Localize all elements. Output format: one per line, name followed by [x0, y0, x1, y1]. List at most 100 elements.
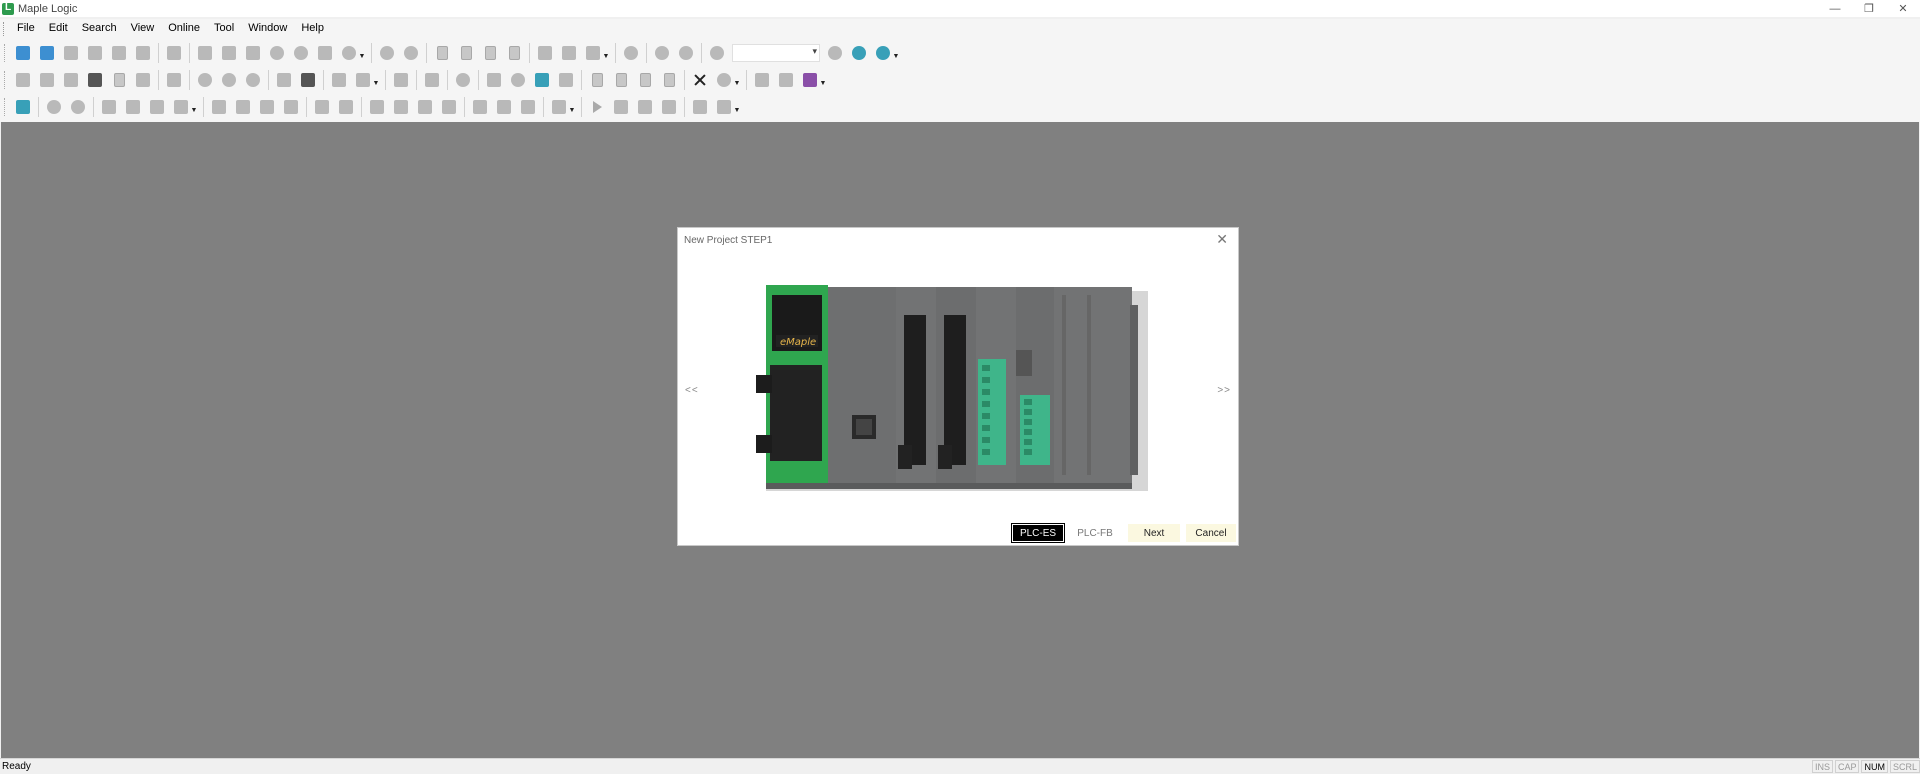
open-project-button[interactable] [37, 43, 57, 63]
menu-file[interactable]: File [10, 19, 42, 38]
multi-window-button[interactable] [353, 70, 373, 90]
replace-button[interactable] [559, 43, 579, 63]
insert-column-button[interactable] [147, 97, 167, 117]
comment-button[interactable] [109, 70, 129, 90]
menu-search[interactable]: Search [75, 19, 124, 38]
upload-button[interactable] [652, 43, 672, 63]
build-button[interactable] [635, 97, 655, 117]
vertical-line-button[interactable] [336, 97, 356, 117]
dialog-close-button[interactable]: ✕ [1216, 231, 1228, 248]
undo-button[interactable] [377, 43, 397, 63]
force-button[interactable] [690, 97, 710, 117]
minimize-button[interactable]: — [1818, 0, 1852, 17]
doc-config-button[interactable] [659, 70, 679, 90]
goto-dropdown-caret[interactable]: ▼ [602, 43, 610, 63]
edit-doc-button[interactable] [504, 43, 524, 63]
delete-row-button[interactable] [123, 97, 143, 117]
zoom-in-button[interactable] [44, 97, 64, 117]
horizontal-line-button[interactable] [312, 97, 332, 117]
goto-button[interactable] [583, 43, 603, 63]
close-button[interactable]: ✕ [1886, 0, 1920, 17]
new-project-button[interactable] [13, 43, 33, 63]
menu-view[interactable]: View [124, 19, 162, 38]
grid-button[interactable] [164, 43, 184, 63]
save-as-button[interactable] [85, 43, 105, 63]
nc-contact-button[interactable] [391, 97, 411, 117]
print-button[interactable] [315, 43, 335, 63]
wire-button[interactable] [257, 97, 277, 117]
page-setup-button[interactable] [243, 43, 263, 63]
next-button[interactable]: Next [1128, 524, 1180, 542]
coil-button[interactable] [61, 70, 81, 90]
globe-button[interactable] [267, 43, 287, 63]
online-connect-button[interactable] [849, 43, 869, 63]
diagnostics-button[interactable] [714, 70, 734, 90]
menu-online[interactable]: Online [161, 19, 207, 38]
branch-button[interactable] [281, 97, 301, 117]
next-image-button[interactable]: >> [1217, 385, 1231, 396]
toolbar-grip[interactable] [4, 71, 8, 89]
cut-button[interactable] [432, 43, 452, 63]
plc-fb-button[interactable]: PLC-FB [1070, 524, 1120, 542]
falling-edge-button[interactable] [439, 97, 459, 117]
select-button[interactable] [209, 97, 229, 117]
settings-button[interactable] [508, 70, 528, 90]
contact-button[interactable] [13, 70, 33, 90]
rising-edge-button[interactable] [415, 97, 435, 117]
step-button[interactable] [611, 97, 631, 117]
table-dropdown-caret[interactable]: ▼ [190, 97, 198, 117]
previous-image-button[interactable]: << [685, 385, 699, 396]
export-button[interactable] [776, 70, 796, 90]
module-button[interactable] [484, 70, 504, 90]
connect-button[interactable] [621, 43, 641, 63]
help-dropdown-caret[interactable]: ▼ [358, 43, 366, 63]
doc-sync-button[interactable] [635, 70, 655, 90]
online-dropdown-caret[interactable]: ▼ [892, 43, 900, 63]
delete-button[interactable] [752, 70, 772, 90]
restore-button[interactable]: ❐ [1852, 0, 1886, 17]
page-button[interactable] [587, 70, 607, 90]
multi-window-dropdown-caret[interactable]: ▼ [372, 70, 380, 90]
run-button[interactable] [587, 97, 607, 117]
verify-button[interactable] [659, 97, 679, 117]
network-button[interactable] [453, 70, 473, 90]
link-button[interactable] [422, 70, 442, 90]
close-project-button[interactable] [61, 43, 81, 63]
monitor-button[interactable] [825, 43, 845, 63]
output-coil-button[interactable] [470, 97, 490, 117]
force-options-button[interactable] [714, 97, 734, 117]
redo-button[interactable] [401, 43, 421, 63]
instruction-button[interactable] [549, 97, 569, 117]
trace-back-button[interactable] [219, 70, 239, 90]
find-button[interactable] [535, 43, 555, 63]
cancel-button[interactable]: Cancel [1186, 524, 1236, 542]
paste-button[interactable] [480, 43, 500, 63]
contact-nc-button[interactable] [37, 70, 57, 90]
instruction-dropdown-caret[interactable]: ▼ [568, 97, 576, 117]
download-button[interactable] [676, 43, 696, 63]
block-button[interactable] [85, 70, 105, 90]
toolbar-grip[interactable] [4, 44, 8, 62]
print-preview-button[interactable] [195, 43, 215, 63]
window-button[interactable] [274, 70, 294, 90]
connection-select[interactable] [732, 44, 820, 62]
table-button[interactable] [171, 97, 191, 117]
no-contact-button[interactable] [367, 97, 387, 117]
diagnostics-dropdown-caret[interactable]: ▼ [733, 70, 741, 90]
chart-view-button[interactable] [329, 70, 349, 90]
menu-edit[interactable]: Edit [42, 19, 75, 38]
set-coil-button[interactable] [494, 97, 514, 117]
plc-es-button[interactable]: PLC-ES [1011, 523, 1065, 543]
copy-button[interactable] [456, 43, 476, 63]
save-all-button[interactable] [133, 43, 153, 63]
menu-window[interactable]: Window [241, 19, 294, 38]
sphere-button[interactable] [291, 43, 311, 63]
menu-grip[interactable] [3, 21, 6, 36]
menu-tool[interactable]: Tool [207, 19, 241, 38]
menu-help[interactable]: Help [294, 19, 331, 38]
zoom-out-button[interactable] [68, 97, 88, 117]
edit-program-button[interactable] [391, 70, 411, 90]
device-monitor-button[interactable] [13, 97, 33, 117]
tools-button[interactable] [690, 70, 710, 90]
info-button[interactable] [298, 70, 318, 90]
